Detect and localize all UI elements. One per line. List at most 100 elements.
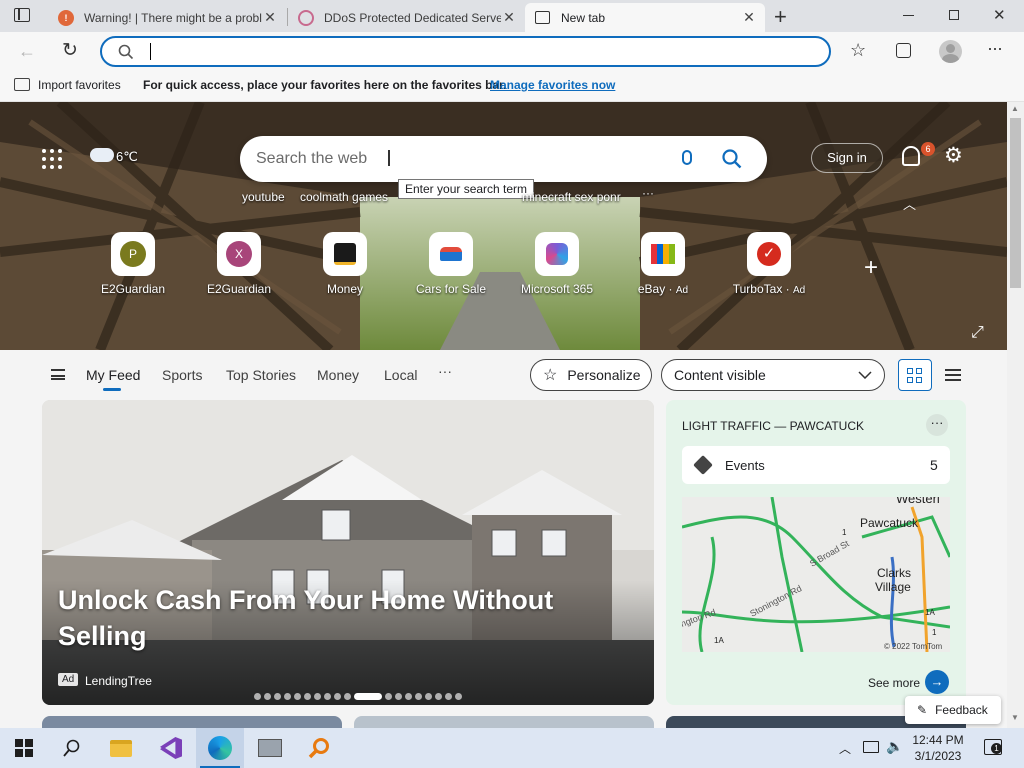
action-center-icon[interactable]: 1 — [984, 739, 1002, 755]
feed-tab-top-stories[interactable]: Top Stories — [226, 367, 296, 383]
carousel-dot[interactable] — [273, 692, 281, 700]
volume-icon[interactable]: 🔈 — [886, 738, 903, 755]
feedback-button[interactable]: ✎ Feedback — [905, 696, 1001, 724]
edge-browser-icon[interactable] — [196, 728, 244, 768]
content-visible-dropdown[interactable]: Content visible — [661, 359, 885, 391]
collapse-chevron-icon[interactable]: ︿ — [903, 194, 916, 213]
carousel-dot[interactable] — [313, 692, 321, 700]
carousel-dot[interactable] — [283, 692, 291, 700]
see-more-link[interactable]: See more — [868, 676, 920, 690]
close-window-icon[interactable]: ✕ — [993, 6, 1006, 24]
carousel-dot-active[interactable] — [353, 692, 382, 700]
top-site-tile[interactable]: ✓ TurboTax · Ad — [716, 232, 822, 296]
top-site-tile[interactable]: Cars for Sale — [398, 232, 504, 296]
carousel-dot[interactable] — [323, 692, 331, 700]
top-site-tile[interactable]: eBay · Ad — [610, 232, 716, 296]
minimize-icon[interactable] — [903, 15, 914, 16]
feed-tab-sports[interactable]: Sports — [162, 367, 202, 383]
carousel-dot[interactable] — [384, 692, 392, 700]
search-icon[interactable] — [722, 149, 742, 169]
quick-link[interactable]: youtube — [242, 190, 285, 204]
carousel-dot[interactable] — [454, 692, 462, 700]
tab-actions-icon[interactable] — [14, 8, 30, 22]
tab-warning[interactable]: ! Warning! | There might be a problem ✕ — [48, 3, 286, 32]
back-arrow-icon[interactable]: ← — [18, 41, 36, 62]
settings-gear-icon[interactable]: ⚙ — [944, 145, 963, 166]
more-menu-icon[interactable]: ··· — [987, 38, 1003, 59]
weather-cloud-icon[interactable] — [90, 148, 114, 162]
quick-links-more-icon[interactable]: ··· — [642, 186, 654, 200]
import-favorites-button[interactable]: Import favorites — [38, 78, 121, 92]
windows-start-icon[interactable] — [0, 728, 48, 768]
carousel-dot[interactable] — [263, 692, 271, 700]
microphone-icon[interactable] — [682, 150, 692, 165]
top-site-tile[interactable]: Microsoft 365 — [504, 232, 610, 296]
quick-link[interactable]: minecraft sex ponr — [522, 190, 621, 204]
refresh-icon[interactable]: ↻ — [62, 39, 78, 62]
scroll-up-arrow-icon[interactable]: ▲ — [1011, 104, 1019, 113]
network-icon[interactable] — [863, 741, 879, 753]
quick-link[interactable]: coolmath games — [300, 190, 388, 204]
show-hidden-icons-chevron-icon[interactable]: ︿ — [839, 740, 851, 757]
carousel-dot[interactable] — [444, 692, 452, 700]
collections-icon[interactable] — [896, 43, 911, 58]
feed-more-icon[interactable]: ··· — [438, 363, 452, 379]
article-source[interactable]: LendingTree — [85, 674, 152, 688]
feed-tab-money[interactable]: Money — [317, 367, 359, 383]
carousel-dot[interactable] — [343, 692, 351, 700]
article-headline[interactable]: Unlock Cash From Your Home Without Selli… — [58, 582, 618, 654]
expand-icon[interactable]: ⤢ — [971, 324, 984, 342]
carousel-dot[interactable] — [414, 692, 422, 700]
weather-temperature[interactable]: 6℃ — [116, 149, 138, 165]
import-favorites-icon[interactable] — [14, 78, 30, 91]
close-icon[interactable]: ✕ — [741, 9, 757, 26]
hamburger-menu-icon[interactable] — [51, 369, 65, 380]
page-scrollbar[interactable]: ▲ ▼ — [1007, 102, 1024, 728]
close-icon[interactable]: ✕ — [501, 9, 517, 26]
restore-icon[interactable] — [949, 10, 959, 20]
promoted-article-card[interactable]: Unlock Cash From Your Home Without Selli… — [42, 400, 654, 705]
favorites-star-icon[interactable]: ☆ — [850, 40, 866, 61]
carousel-dot[interactable] — [424, 692, 432, 700]
address-bar[interactable] — [100, 36, 831, 67]
personalize-button[interactable]: ☆ Personalize — [530, 359, 652, 391]
top-site-tile[interactable]: Money — [292, 232, 398, 296]
tab-ddos[interactable]: DDoS Protected Dedicated Servers ✕ — [288, 3, 525, 32]
search-icon[interactable] — [48, 728, 96, 768]
carousel-dot[interactable] — [394, 692, 402, 700]
arrow-right-icon[interactable]: → — [925, 670, 949, 694]
search-tool-icon[interactable] — [295, 728, 343, 768]
new-tab-plus-icon[interactable]: + — [774, 4, 787, 30]
scroll-down-arrow-icon[interactable]: ▼ — [1011, 713, 1019, 722]
carousel-dot[interactable] — [333, 692, 341, 700]
visual-studio-icon[interactable] — [147, 728, 195, 768]
traffic-map[interactable]: Westerl Pawcatuck Clarks Village Stoning… — [682, 497, 950, 652]
top-site-tile[interactable]: P E2Guardian — [80, 232, 186, 296]
address-input[interactable] — [146, 41, 806, 62]
carousel-dot[interactable] — [303, 692, 311, 700]
close-icon[interactable]: ✕ — [262, 9, 278, 26]
notifications-bell-icon[interactable] — [902, 146, 920, 166]
top-site-tile[interactable]: X E2Guardian — [186, 232, 292, 296]
system-clock[interactable]: 12:44 PM 3/1/2023 — [903, 732, 973, 764]
carousel-dot[interactable] — [293, 692, 301, 700]
sign-in-button[interactable]: Sign in — [811, 143, 883, 173]
list-view-icon[interactable] — [945, 369, 961, 381]
grid-view-button[interactable] — [898, 359, 932, 391]
web-search-box[interactable]: Search the web — [240, 136, 767, 182]
carousel-dot[interactable] — [404, 692, 412, 700]
profile-avatar[interactable] — [939, 40, 962, 63]
carousel-dot[interactable] — [253, 692, 261, 700]
add-site-plus-icon[interactable]: + — [864, 256, 878, 280]
feed-tab-local[interactable]: Local — [384, 367, 417, 383]
manage-favorites-link[interactable]: Manage favorites now — [490, 78, 615, 92]
scrollbar-thumb[interactable] — [1010, 118, 1021, 288]
server-manager-icon[interactable] — [246, 728, 294, 768]
events-row[interactable]: Events 5 — [682, 446, 950, 484]
carousel-dot[interactable] — [434, 692, 442, 700]
apps-grid-icon[interactable] — [42, 149, 62, 169]
feed-tab-my-feed[interactable]: My Feed — [86, 367, 140, 383]
traffic-card-more-icon[interactable]: ··· — [926, 414, 948, 436]
tab-new-tab[interactable]: New tab ✕ — [525, 3, 765, 32]
file-explorer-icon[interactable] — [97, 728, 145, 768]
